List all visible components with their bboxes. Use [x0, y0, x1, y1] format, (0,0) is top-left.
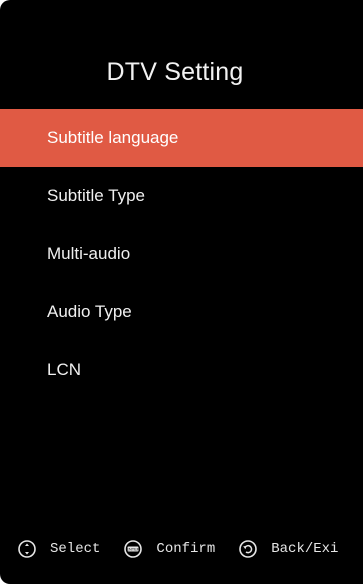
tv-screen: DTV Setting Subtitle language Subtitle T… — [0, 0, 363, 584]
hint-label: Back/Exi — [271, 541, 339, 557]
settings-menu: Subtitle language Subtitle Type Multi-au… — [0, 109, 363, 399]
hint-confirm: ENTER Confirm — [124, 540, 215, 558]
hint-label: Select — [50, 541, 101, 557]
menu-item-label: Audio Type — [47, 302, 132, 321]
menu-item-label: Subtitle language — [47, 128, 179, 147]
menu-item-subtitle-type[interactable]: Subtitle Type — [0, 167, 363, 225]
dpad-icon — [18, 540, 36, 558]
menu-item-multi-audio[interactable]: Multi-audio — [0, 225, 363, 283]
key-hint-bar: Select ENTER Confirm Back/Exi — [18, 536, 362, 562]
hint-select: Select — [18, 540, 100, 558]
back-icon — [239, 540, 258, 558]
menu-item-lcn[interactable]: LCN — [0, 341, 363, 399]
svg-text:ENTER: ENTER — [127, 547, 141, 552]
menu-item-audio-type[interactable]: Audio Type — [0, 283, 363, 341]
menu-item-label: LCN — [47, 360, 82, 379]
menu-item-label: Multi-audio — [47, 244, 131, 263]
hint-label: Confirm — [156, 541, 216, 557]
enter-icon: ENTER — [124, 540, 143, 558]
menu-item-label: Subtitle Type — [47, 186, 145, 205]
page-title: DTV Setting — [106, 58, 244, 86]
menu-item-subtitle-language[interactable]: Subtitle language — [0, 109, 363, 167]
hint-back: Back/Exi — [239, 540, 338, 558]
